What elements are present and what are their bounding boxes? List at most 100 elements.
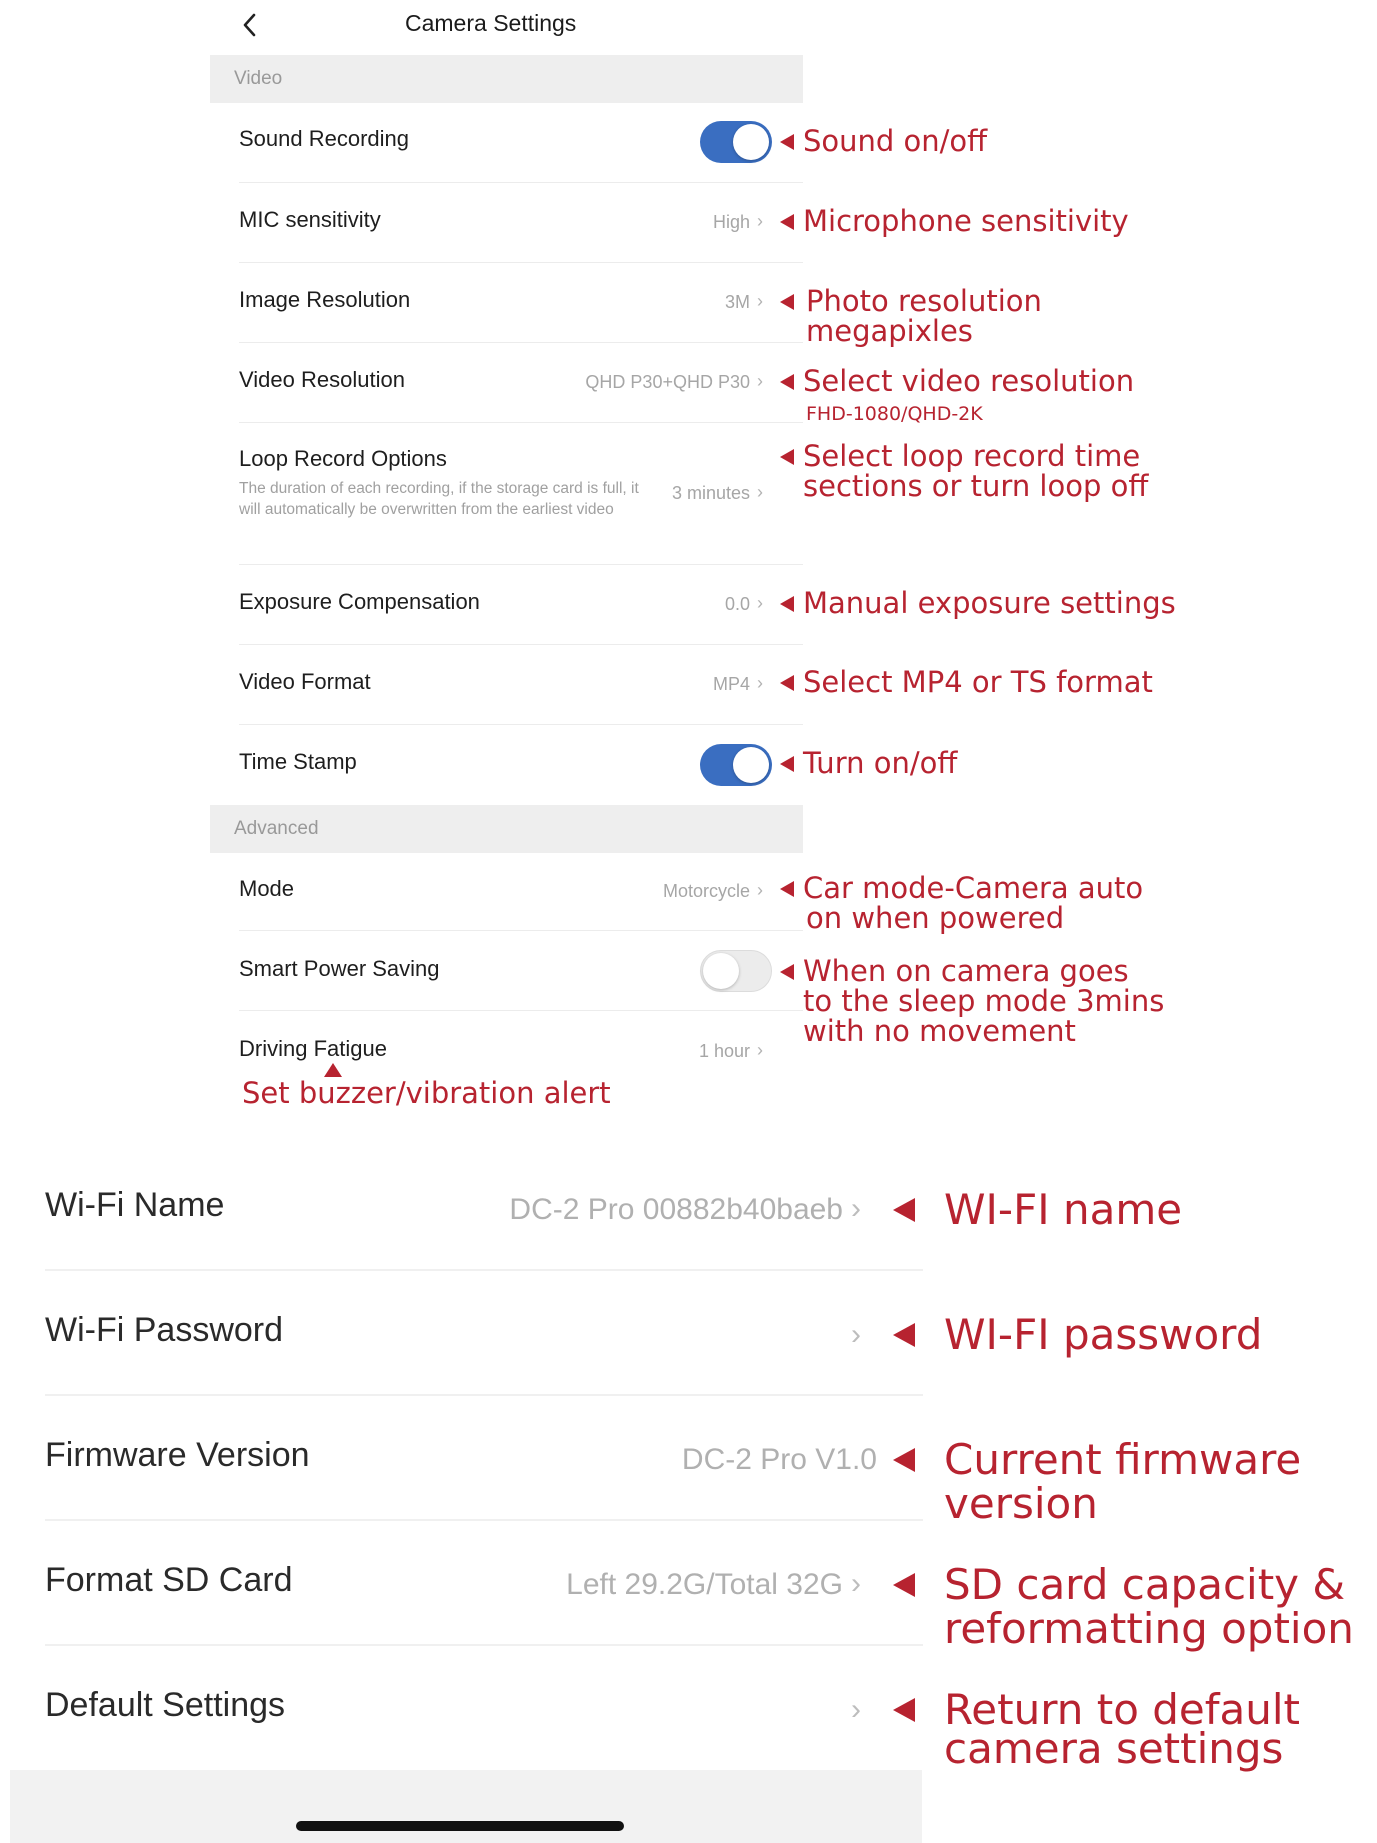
smart-power-label: Smart Power Saving: [239, 956, 440, 981]
annotation-arrow-icon: [780, 596, 794, 612]
annotation-loop-1: Select loop record time: [803, 439, 1141, 473]
annotation-arrow-icon: [780, 756, 794, 772]
annotation-photo-2: megapixles: [806, 314, 973, 348]
loop-record-description: The duration of each recording, if the s…: [239, 480, 639, 518]
annotation-arrow-icon: [780, 214, 794, 230]
annotation-arrow-icon: [780, 964, 794, 980]
chevron-right-icon: ›: [757, 211, 763, 231]
chevron-right-icon: ›: [851, 1192, 861, 1225]
chevron-right-icon: ›: [757, 593, 763, 613]
firmware-value: DC-2 Pro V1.0: [681, 1443, 877, 1476]
image-resolution-value[interactable]: 3M: [560, 292, 750, 313]
mic-sensitivity-label: MIC sensitivity: [239, 207, 381, 232]
driving-fatigue-label: Driving Fatigue: [239, 1036, 387, 1061]
annotation-power-1: When on camera goes: [803, 954, 1129, 988]
annotation-arrow-icon: [893, 1323, 915, 1347]
wifi-name-value[interactable]: DC-2 Pro 00882b40baeb: [440, 1193, 843, 1227]
smart-power-toggle[interactable]: [700, 950, 772, 992]
annotation-loop-2: sections or turn loop off: [803, 469, 1149, 503]
annotation-power-2: to the sleep mode 3mins: [803, 984, 1165, 1018]
exposure-label: Exposure Compensation: [239, 589, 480, 614]
annotation-firmware-1: Current firmware: [944, 1435, 1302, 1484]
annotation-timestamp: Turn on/off: [803, 746, 958, 780]
page-title: Camera Settings: [405, 10, 577, 36]
divider: [239, 930, 803, 931]
divider: [239, 422, 803, 423]
time-stamp-label: Time Stamp: [239, 749, 357, 774]
annotation-video-1: Select video resolution: [803, 364, 1135, 398]
annotation-arrow-icon: [780, 675, 794, 691]
toggle-knob: [733, 124, 769, 160]
annotation-sound: Sound on/off: [803, 124, 988, 158]
chevron-right-icon: ›: [757, 482, 763, 502]
home-indicator[interactable]: [296, 1821, 624, 1831]
firmware-label: Firmware Version: [45, 1436, 310, 1474]
loop-record-label: Loop Record Options: [239, 446, 447, 471]
time-stamp-toggle[interactable]: [700, 744, 772, 786]
section-header-advanced: Advanced: [210, 805, 803, 853]
annotation-sd-1: SD card capacity &: [944, 1560, 1346, 1609]
annotation-firmware-2: version: [944, 1479, 1098, 1528]
chevron-right-icon[interactable]: ›: [851, 1693, 861, 1727]
toggle-knob: [733, 747, 769, 783]
annotation-arrow-icon: [893, 1198, 915, 1222]
wifi-name-label: Wi-Fi Name: [45, 1186, 225, 1224]
video-format-value[interactable]: MP4: [560, 674, 750, 695]
chevron-left-icon[interactable]: [237, 12, 263, 38]
divider: [45, 1644, 923, 1646]
annotation-exposure: Manual exposure settings: [803, 586, 1176, 620]
exposure-value[interactable]: 0.0: [560, 594, 750, 615]
annotation-arrow-icon: [780, 881, 794, 897]
mic-sensitivity-value[interactable]: High: [560, 212, 750, 233]
section-header-video: Video: [210, 55, 803, 103]
annotation-sd-2: reformatting option: [944, 1604, 1354, 1653]
chevron-right-icon: ›: [757, 291, 763, 311]
divider: [239, 564, 803, 565]
divider: [239, 342, 803, 343]
annotation-fatigue: Set buzzer/vibration alert: [242, 1076, 611, 1110]
annotation-wifi-name: WI-FI name: [944, 1185, 1183, 1234]
annotation-wifi-password: WI-FI password: [944, 1310, 1263, 1359]
image-resolution-label: Image Resolution: [239, 287, 411, 312]
annotation-mode-2: on when powered: [806, 901, 1065, 935]
mode-value[interactable]: Motorcycle: [560, 881, 750, 902]
chevron-right-icon: ›: [757, 880, 763, 900]
bottom-bar: [10, 1770, 922, 1843]
video-resolution-label: Video Resolution: [239, 367, 405, 392]
loop-record-value[interactable]: 3 minutes: [620, 483, 750, 504]
annotation-arrow-icon: [780, 294, 794, 310]
video-resolution-value[interactable]: QHD P30+QHD P30: [500, 372, 750, 393]
annotation-arrow-icon: [893, 1448, 915, 1472]
sound-recording-label: Sound Recording: [239, 126, 410, 151]
annotation-arrow-icon: [893, 1698, 915, 1722]
driving-fatigue-value[interactable]: 1 hour: [560, 1041, 750, 1062]
annotation-video-2: FHD-1080/QHD-2K: [806, 403, 983, 425]
annotation-arrow-up-icon: [324, 1063, 342, 1077]
chevron-right-icon: ›: [757, 673, 763, 693]
divider: [239, 1010, 803, 1011]
mode-label: Mode: [239, 876, 295, 901]
annotation-photo-1: Photo resolution: [806, 284, 1042, 318]
format-sd-label: Format SD Card: [45, 1561, 293, 1599]
annotation-arrow-icon: [780, 374, 794, 390]
divider: [239, 182, 803, 183]
annotation-mode-1: Car mode-Camera auto: [803, 871, 1144, 905]
annotation-power-3: with no movement: [803, 1014, 1076, 1048]
annotation-format: Select MP4 or TS format: [803, 665, 1153, 699]
format-sd-value[interactable]: Left 29.2G/Total 32G: [480, 1568, 843, 1602]
wifi-password-label: Wi-Fi Password: [45, 1311, 284, 1349]
sound-recording-toggle[interactable]: [700, 121, 772, 163]
divider: [45, 1269, 923, 1271]
chevron-right-icon: ›: [757, 371, 763, 391]
video-format-label: Video Format: [239, 669, 371, 694]
divider: [45, 1394, 923, 1396]
divider: [239, 262, 803, 263]
chevron-right-icon[interactable]: ›: [851, 1318, 861, 1352]
annotation-mic: Microphone sensitivity: [803, 204, 1129, 238]
annotation-arrow-icon: [780, 449, 794, 465]
divider: [45, 1519, 923, 1521]
divider: [239, 724, 803, 725]
camera-settings-panel: Camera Settings Video Sound Recording MI…: [0, 0, 1377, 1130]
default-settings-label: Default Settings: [45, 1686, 286, 1724]
toggle-knob: [703, 953, 739, 989]
